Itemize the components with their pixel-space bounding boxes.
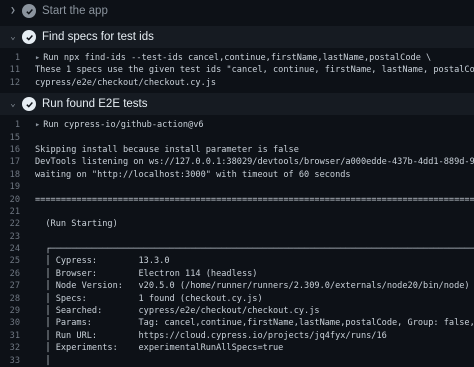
line-number: 30 (9, 318, 20, 329)
log-text: ========================================… (35, 194, 474, 205)
log-line: 12 cypress/e2e/checkout/checkout.cy.js (0, 77, 474, 89)
log-line: 18 waiting on "http://localhost:3000" wit… (0, 169, 474, 181)
step-run-e2e-tests[interactable]: ⌄ Run found E2E tests (0, 93, 474, 116)
line-number: 26 (9, 268, 20, 279)
line-number: 1 (14, 120, 20, 131)
step-title: Start the app (42, 5, 108, 17)
log-text: These 1 specs use the given test ids "ca… (35, 65, 474, 76)
line-number: 1 (14, 53, 20, 63)
check-circle-icon (22, 97, 36, 112)
log-line: 1 ▸ Run cypress-io/github-action@v6 (0, 119, 474, 131)
line-number: 19 (9, 182, 20, 193)
log-line: 30 │ Params: Tag: cancel,continue,firstN… (0, 317, 474, 329)
log-line: 26 │ Browser: Electron 114 (headless) │ (0, 268, 474, 280)
line-number: 31 (9, 330, 20, 341)
line-number: 17 (9, 157, 20, 168)
log-text: waiting on "http://localhost:3000" with … (35, 169, 351, 180)
log-text: Run npx find-ids --test-ids cancel,conti… (43, 53, 432, 63)
step-title: Find specs for test ids (42, 31, 154, 43)
check-circle-icon (22, 30, 36, 44)
line-number: 28 (9, 293, 20, 304)
chevron-right-icon: ❯ (10, 6, 16, 16)
log-line: 27 │ Node Version: v20.5.0 (/home/runner… (0, 280, 474, 292)
log-line: 28 │ Specs: 1 found (checkout.cy.js) │ (0, 293, 474, 305)
log-text: │ Specs: 1 found (checkout.cy.js) │ (45, 293, 263, 304)
log-text: Run cypress-io/github-action@v6 (43, 120, 204, 131)
log-line: 19 (0, 181, 474, 193)
line-number: 16 (9, 144, 20, 155)
log-line: 31 │ Run URL: https://cloud.cypress.io/p… (0, 330, 474, 342)
log-line: 16 Skipping install because install param… (0, 144, 474, 156)
line-number: 25 (9, 256, 20, 267)
log-line: 23 (0, 231, 474, 243)
log-line: 25 │ Cypress: 13.3.0 │ (0, 255, 474, 267)
line-number: 24 (9, 244, 20, 255)
line-number: 20 (9, 194, 20, 205)
chevron-down-icon: ⌄ (10, 99, 16, 110)
check-circle-icon (22, 4, 36, 18)
log-line: 1 ▸ Run npx find-ids --test-ids cancel,co… (0, 52, 474, 64)
log-line: 29 │ Searched: cypress/e2e/checkout/chec… (0, 305, 474, 317)
step-find-specs[interactable]: ⌄ Find specs for test ids (0, 26, 474, 48)
log-line: 15 (0, 132, 474, 144)
log-line: 32 │ Experiments: experimentalRunAllSpec… (0, 342, 474, 354)
log-line: 21 (0, 206, 474, 218)
log-line: 17 DevTools listening on ws://127.0.0.1:3… (0, 156, 474, 168)
line-number: 18 (9, 169, 20, 180)
log-text: │ Searched: cypress/e2e/checkout/checkou… (45, 306, 320, 317)
step-start-the-app[interactable]: ❯ Start the app (0, 0, 474, 22)
step-title: Run found E2E tests (42, 98, 148, 111)
log-text: │ Params: Tag: cancel,continue,firstName… (45, 318, 474, 329)
log-text: │ Node Version: v20.5.0 (/home/runner/ru… (45, 281, 470, 292)
log-line: 22 (Run Starting) (0, 218, 474, 230)
line-number: 23 (9, 231, 20, 242)
log-text: DevTools listening on ws://127.0.0.1:380… (35, 157, 474, 168)
log-line: 11 These 1 specs use the given test ids … (0, 64, 474, 76)
line-number: 15 (9, 132, 20, 143)
log-text: │ Experiments: experimentalRunAllSpecs=t… (45, 343, 284, 354)
line-number: 33 (9, 355, 20, 366)
line-number: 27 (9, 281, 20, 292)
caret-right-icon[interactable]: ▸ (35, 53, 40, 63)
log-text: cypress/e2e/checkout/checkout.cy.js (35, 77, 217, 88)
line-number: 21 (9, 206, 20, 217)
log-text: Skipping install because install paramet… (35, 144, 299, 155)
line-number: 12 (9, 77, 20, 88)
log-line: 20 ======================================… (0, 194, 474, 206)
line-number: 22 (9, 219, 20, 230)
line-number: 11 (9, 65, 20, 76)
chevron-down-icon: ⌄ (10, 32, 16, 42)
log-line: 33 │ (0, 355, 474, 367)
log-text: │ (35, 355, 51, 366)
caret-right-icon[interactable]: ▸ (35, 120, 40, 130)
log-text: │ Browser: Electron 114 (headless) │ (45, 268, 258, 279)
line-number: 32 (9, 343, 20, 354)
log-text: │ Run URL: https://cloud.cypress.io/proj… (45, 330, 387, 341)
log-text: │ Cypress: 13.3.0 │ (45, 256, 170, 267)
log-text: (Run Starting) (35, 219, 118, 230)
line-number: 29 (9, 306, 20, 317)
log-line: 24 ┌────────────────────────────────────… (0, 243, 474, 255)
log-text: ┌───────────────────────────────────────… (45, 244, 474, 255)
run-tests-log: 1 ▸ Run cypress-io/github-action@v6 15 16… (0, 115, 474, 367)
find-specs-log: 1 ▸ Run npx find-ids --test-ids cancel,co… (0, 48, 474, 89)
